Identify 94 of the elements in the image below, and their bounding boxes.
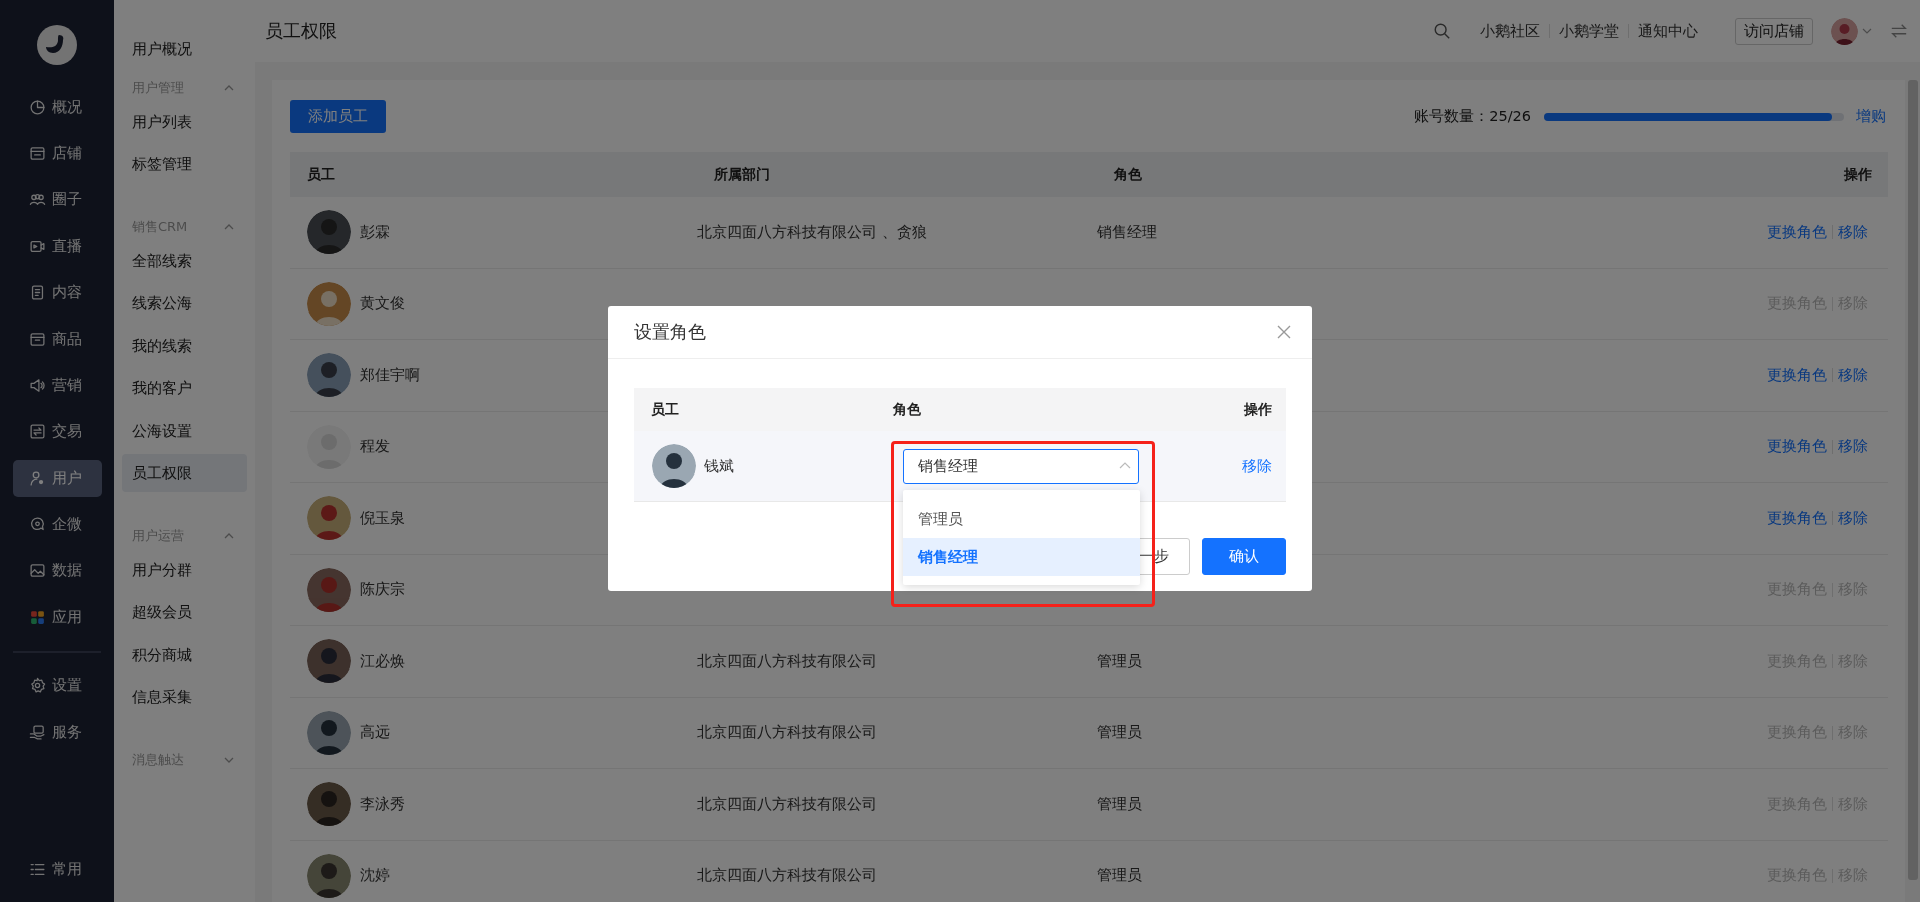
sidebar-item[interactable]: 应用 <box>12 598 102 636</box>
nav-link[interactable]: 积分商城 <box>122 635 247 674</box>
remove-link[interactable]: 移除 <box>1838 508 1868 528</box>
column-header: 角色 <box>893 400 922 419</box>
nav-link[interactable]: 员工权限 <box>122 454 247 492</box>
nav-link[interactable]: 我的线索 <box>122 326 247 365</box>
change-role-link[interactable]: 更换角色 <box>1767 222 1827 242</box>
change-role-link[interactable]: 更换角色 <box>1767 437 1827 457</box>
pie-chart-icon <box>28 98 46 116</box>
nav-link[interactable]: 用户列表 <box>122 102 247 141</box>
sidebar-item[interactable]: 直播 <box>12 227 102 265</box>
sidebar-item[interactable]: 企微 <box>12 506 102 544</box>
nav-link[interactable]: 我的客户 <box>122 369 247 407</box>
nav-link[interactable]: 公海设置 <box>122 411 247 450</box>
duck-logo <box>37 25 77 65</box>
change-role-link[interactable]: 更换角色 <box>1767 365 1827 385</box>
column-header: 员工 <box>650 400 680 419</box>
employee-name: 黄文俊 <box>360 294 405 314</box>
store-icon <box>28 145 46 163</box>
add-employee-button[interactable]: 添加员工 <box>290 100 386 133</box>
nav-link[interactable]: 用户概况 <box>122 30 247 68</box>
sidebar-item[interactable]: 交易 <box>12 413 102 451</box>
nav-link[interactable]: 小鹅学堂 <box>1550 21 1628 41</box>
visit-store-button[interactable]: 访问店铺 <box>1735 17 1813 45</box>
nav-link[interactable]: 线索公海 <box>122 284 247 322</box>
remove-link[interactable]: 移除 <box>1838 437 1868 457</box>
role-select[interactable]: 销售经理 <box>903 448 1139 484</box>
column-header: 员工 <box>306 165 336 184</box>
exchange-icon <box>28 423 46 441</box>
confirm-button[interactable]: 确认 <box>1202 538 1286 575</box>
sidebar-item[interactable]: 服务 <box>12 713 102 751</box>
list-icon <box>28 861 46 878</box>
scrollbar-thumb[interactable] <box>1907 80 1918 880</box>
buy-link[interactable]: 增购 <box>1856 107 1886 126</box>
sidebar-item[interactable]: 数据 <box>12 552 102 590</box>
department-cell-text: 北京四面八方科技有限公司 <box>697 723 878 743</box>
image-icon <box>28 562 46 580</box>
department-cell-text: 北京四面八方科技有限公司 、贪狼 <box>697 222 928 242</box>
employee-name: 沈婷 <box>360 866 390 886</box>
apps-icon <box>28 608 46 626</box>
employee-name: 郑佳宇啊 <box>360 365 420 385</box>
sidebar-item[interactable]: 店铺 <box>12 135 102 173</box>
sidebar-item[interactable]: 营销 <box>12 366 102 404</box>
employee-name: 钱斌 <box>704 456 734 476</box>
sidebar-item[interactable]: 内容 <box>12 274 102 312</box>
nav-link[interactable]: 全部线索 <box>122 241 247 280</box>
column-header: 操作 <box>1243 400 1273 419</box>
column-header: 所属部门 <box>713 165 771 184</box>
department-cell-text: 北京四面八方科技有限公司 <box>697 866 878 886</box>
nav-link[interactable]: 通知中心 <box>1629 21 1707 41</box>
role-cell-text: 销售经理 <box>1097 222 1158 242</box>
sidebar-item[interactable]: 常用 <box>12 851 102 888</box>
department-cell-text: 北京四面八方科技有限公司 <box>697 651 878 671</box>
user-icon <box>28 469 46 487</box>
dialog-title: 设置角色 <box>634 320 706 344</box>
nav-link[interactable]: 超级会员 <box>122 593 247 631</box>
employee-name: 程发 <box>360 437 390 457</box>
sidebar-item[interactable]: 设置 <box>12 667 102 705</box>
dropdown-option[interactable]: 管理员 <box>903 500 1140 538</box>
role-cell-text: 管理员 <box>1097 794 1143 814</box>
employee-name: 彭霖 <box>360 222 390 242</box>
box-icon <box>28 330 46 348</box>
change-role-link[interactable]: 更换角色 <box>1767 508 1827 528</box>
settings-icon <box>28 677 46 695</box>
employee-name: 倪玉泉 <box>360 508 405 528</box>
page-title: 员工权限 <box>265 19 337 43</box>
sidebar-item[interactable]: 商品 <box>12 320 102 358</box>
dropdown-option[interactable]: 销售经理 <box>903 538 1140 576</box>
nav-link[interactable]: 信息采集 <box>122 678 247 716</box>
nav-link[interactable]: 标签管理 <box>122 145 247 183</box>
column-header: 操作 <box>1843 165 1873 184</box>
close-icon[interactable] <box>1276 324 1292 340</box>
employee-name: 高远 <box>360 723 390 743</box>
employee-name: 陈庆宗 <box>360 580 405 600</box>
swap-icon[interactable] <box>1890 22 1908 40</box>
role-cell-text: 管理员 <box>1097 866 1143 886</box>
nav-link[interactable]: 小鹅社区 <box>1471 21 1549 41</box>
role-cell-text: 管理员 <box>1097 651 1143 671</box>
account-count: 账号数量：25/26 <box>1414 107 1531 126</box>
sidebar-item[interactable]: 圈子 <box>12 181 102 219</box>
search-icon[interactable] <box>1433 22 1451 40</box>
remove-link[interactable]: 移除 <box>1838 222 1868 242</box>
employee-name: 江必焕 <box>360 651 405 671</box>
megaphone-icon <box>28 376 46 394</box>
column-header: 角色 <box>1113 165 1143 184</box>
caret-icon[interactable] <box>1862 26 1872 36</box>
department-cell-text: 北京四面八方科技有限公司 <box>697 794 878 814</box>
role-cell-text: 管理员 <box>1097 723 1143 743</box>
remove-link[interactable]: 移除 <box>1838 365 1868 385</box>
sidebar-item[interactable]: 概况 <box>12 88 102 126</box>
remove-link[interactable]: 移除 <box>1153 456 1286 476</box>
employee-name: 李泳秀 <box>360 794 405 814</box>
sidebar-item[interactable]: 用户 <box>12 459 102 497</box>
nav-link[interactable]: 用户分群 <box>122 550 247 589</box>
